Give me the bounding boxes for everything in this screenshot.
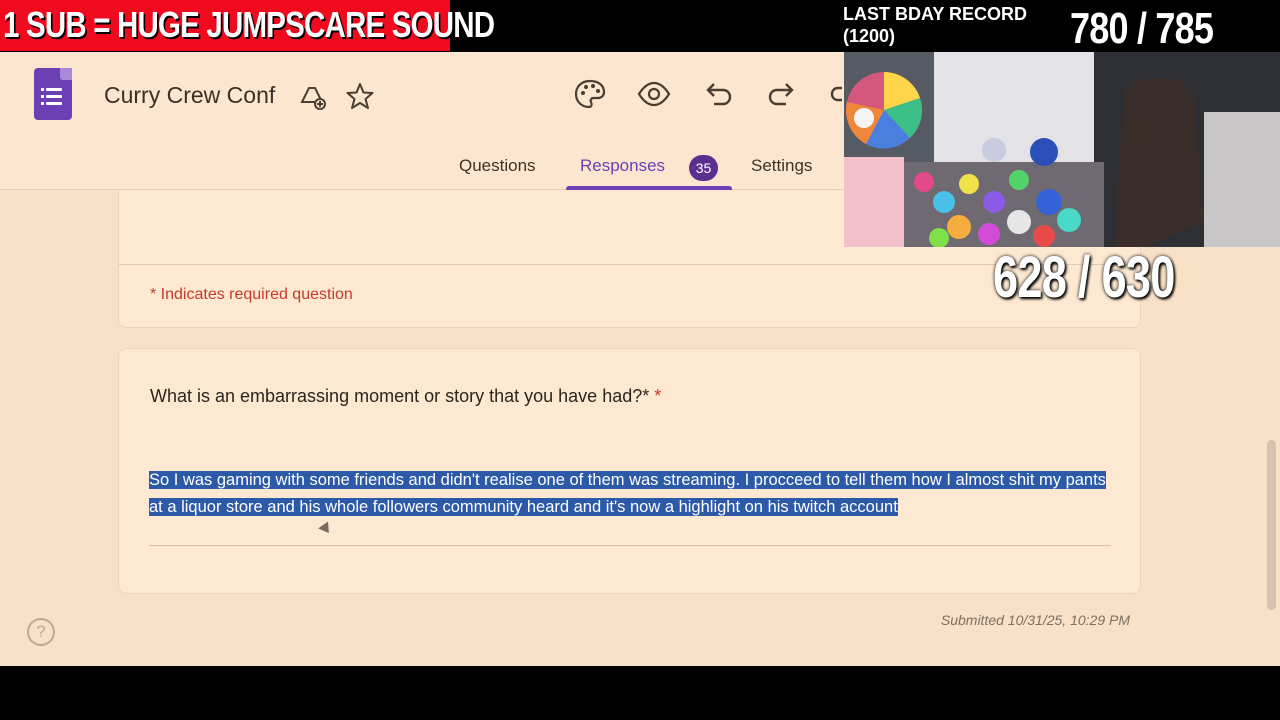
submitted-timestamp: Submitted 10/31/25, 10:29 PM	[940, 612, 1130, 628]
record-label: LAST BDAY RECORD	[843, 4, 1028, 24]
record-value: (1200)	[843, 26, 896, 46]
eye-icon[interactable]	[636, 76, 672, 112]
question-label: What is an embarrassing moment or story …	[150, 386, 650, 406]
birthday-record: LAST BDAY RECORD (1200)	[843, 3, 1027, 47]
star-icon[interactable]	[344, 80, 376, 112]
form-title[interactable]: Curry Crew Conf	[104, 82, 275, 109]
required-star: *	[654, 386, 662, 406]
question-text: What is an embarrassing moment or story …	[150, 386, 661, 407]
add-to-drive-icon[interactable]	[296, 80, 328, 112]
answer-underline	[149, 545, 1111, 546]
palette-icon[interactable]	[572, 76, 608, 112]
tab-settings[interactable]: Settings	[751, 156, 812, 176]
answer-text[interactable]: So I was gaming with some friends and di…	[149, 467, 1109, 521]
banner-text: 1 SUB = HUGE JUMPSCARE SOUND	[3, 4, 495, 45]
sub-counter-top: 780 / 785	[1070, 4, 1214, 53]
undo-icon[interactable]	[700, 76, 736, 112]
tab-questions[interactable]: Questions	[459, 156, 536, 176]
letterbox-bar	[0, 666, 1280, 720]
required-note: * Indicates required question	[150, 286, 353, 303]
forms-logo-icon[interactable]	[34, 68, 72, 120]
question-card: What is an embarrassing moment or story …	[118, 348, 1141, 594]
sub-counter-mid: 628 / 630	[993, 245, 1175, 310]
sub-goal-banner: 1 SUB = HUGE JUMPSCARE SOUND	[0, 0, 495, 51]
redo-icon[interactable]	[764, 76, 800, 112]
webcam-feed	[844, 52, 1280, 247]
help-icon[interactable]: ?	[27, 618, 55, 646]
tab-responses[interactable]: Responses	[580, 156, 665, 176]
card-divider	[119, 264, 1140, 265]
scrollbar[interactable]	[1267, 440, 1276, 610]
responses-count-badge: 35	[689, 155, 718, 181]
selected-answer[interactable]: So I was gaming with some friends and di…	[149, 471, 1106, 516]
